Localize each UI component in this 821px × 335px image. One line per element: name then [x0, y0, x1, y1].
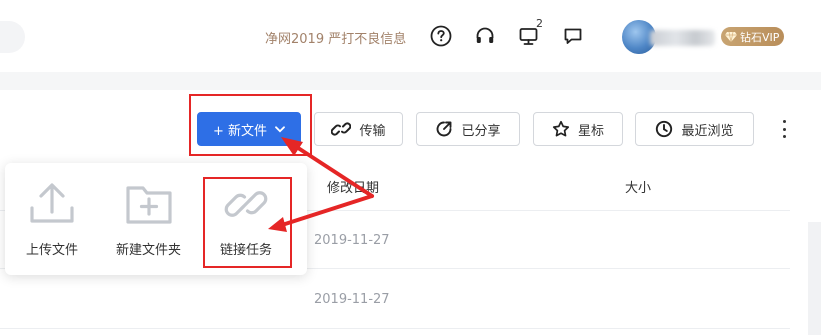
promo-link[interactable]: 净网2019 严打不良信息 [265, 28, 406, 47]
transfer-button[interactable]: 传输 [314, 112, 403, 146]
username-redacted [650, 30, 715, 46]
menu-item-upload[interactable]: 上传文件 [26, 181, 78, 258]
column-header-modified[interactable]: 修改日期 [327, 177, 379, 196]
message-icon[interactable] [561, 24, 585, 48]
menu-item-new-folder[interactable]: 新建文件夹 [116, 181, 181, 258]
menu-item-label: 新建文件夹 [116, 243, 182, 258]
column-header-size[interactable]: 大小 [625, 177, 651, 196]
star-icon [552, 120, 570, 137]
diamond-icon [725, 31, 737, 42]
starred-button[interactable]: 星标 [533, 112, 623, 146]
help-icon[interactable] [429, 24, 453, 48]
more-options-icon[interactable] [780, 120, 788, 138]
recent-button[interactable]: 最近浏览 [635, 112, 754, 146]
vip-label: 钻石VIP [740, 30, 780, 44]
annotation-highlight-new-file [189, 94, 312, 156]
shared-label: 已分享 [461, 123, 501, 139]
recent-label: 最近浏览 [681, 123, 734, 139]
clock-icon [656, 120, 673, 138]
new-folder-icon [125, 186, 172, 224]
annotation-highlight-link-task [203, 177, 292, 268]
notification-count: 2 [536, 17, 543, 30]
vip-badge[interactable]: 钻石VIP [721, 27, 785, 46]
upload-icon [30, 183, 74, 223]
search-box[interactable] [0, 21, 25, 53]
header-divider [0, 72, 821, 90]
shared-button[interactable]: 已分享 [416, 112, 520, 146]
table-row-date: 2019-11-27 [314, 233, 390, 248]
transfer-label: 传输 [359, 123, 386, 139]
scrollbar[interactable] [808, 222, 821, 335]
menu-item-label: 上传文件 [26, 243, 79, 258]
share-icon [437, 121, 452, 137]
top-header: 净网2019 严打不良信息 2 钻石VIP [0, 0, 821, 72]
headset-icon[interactable] [473, 24, 497, 48]
table-row-date: 2019-11-27 [314, 292, 390, 307]
transfer-icon [331, 122, 352, 136]
starred-label: 星标 [577, 123, 604, 139]
row-divider [0, 328, 790, 329]
